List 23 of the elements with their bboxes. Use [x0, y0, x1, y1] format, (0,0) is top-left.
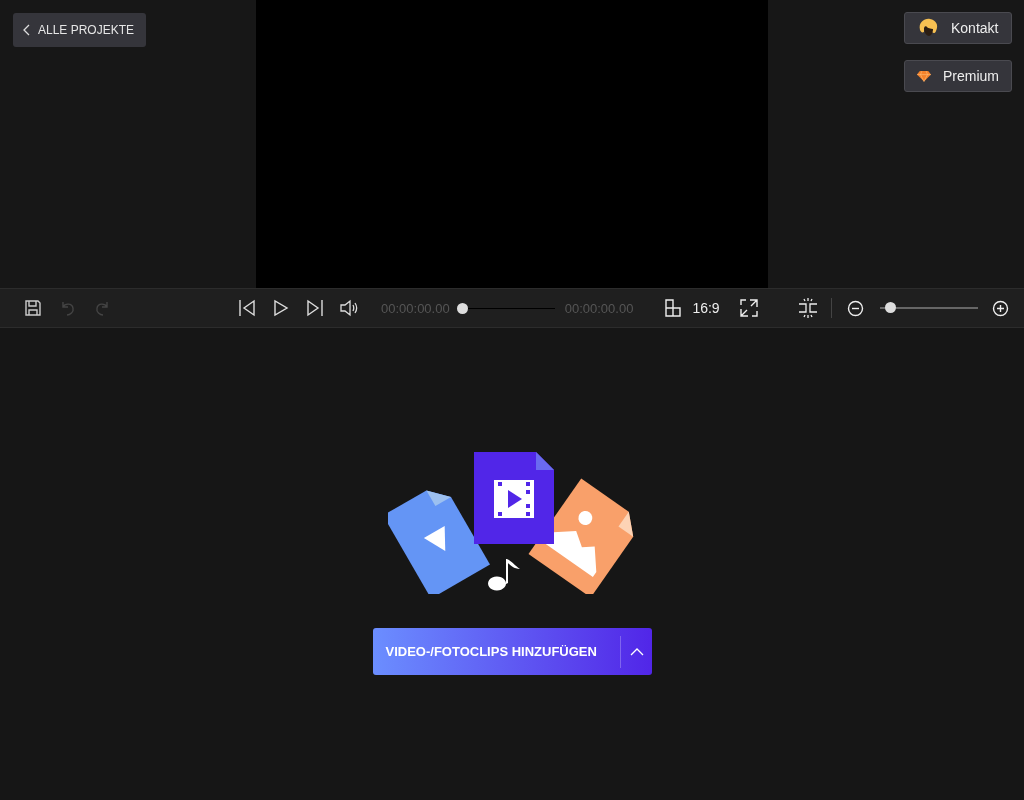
chevron-left-icon	[23, 24, 30, 36]
skip-back-icon[interactable]	[238, 299, 256, 317]
skip-forward-icon[interactable]	[306, 299, 324, 317]
premium-button[interactable]: Premium	[904, 60, 1012, 92]
diamond-icon	[917, 68, 931, 84]
zoom-in-icon[interactable]	[991, 299, 1009, 317]
fullscreen-icon[interactable]	[739, 299, 758, 317]
add-clips-button[interactable]: VIDEO-/FOTOCLIPS HINZUFÜGEN	[372, 628, 652, 675]
seek-slider[interactable]	[457, 302, 555, 314]
zoom-out-icon[interactable]	[846, 299, 864, 317]
aspect-ratio-icon[interactable]	[664, 299, 683, 317]
slider-thumb[interactable]	[456, 302, 468, 314]
contact-button[interactable]: Kontakt	[904, 12, 1012, 44]
split-icon[interactable]	[797, 298, 818, 318]
back-button[interactable]: ALLE PROJEKTE	[13, 13, 147, 47]
zoom-slider[interactable]	[879, 302, 978, 314]
avatar-icon	[917, 18, 939, 38]
save-icon[interactable]	[24, 299, 42, 317]
aspect-ratio-label[interactable]: 16:9	[692, 300, 720, 316]
slider-thumb[interactable]	[884, 302, 896, 313]
play-icon[interactable]	[273, 299, 289, 317]
caret-up-icon[interactable]	[629, 647, 644, 656]
volume-icon[interactable]	[340, 299, 358, 317]
